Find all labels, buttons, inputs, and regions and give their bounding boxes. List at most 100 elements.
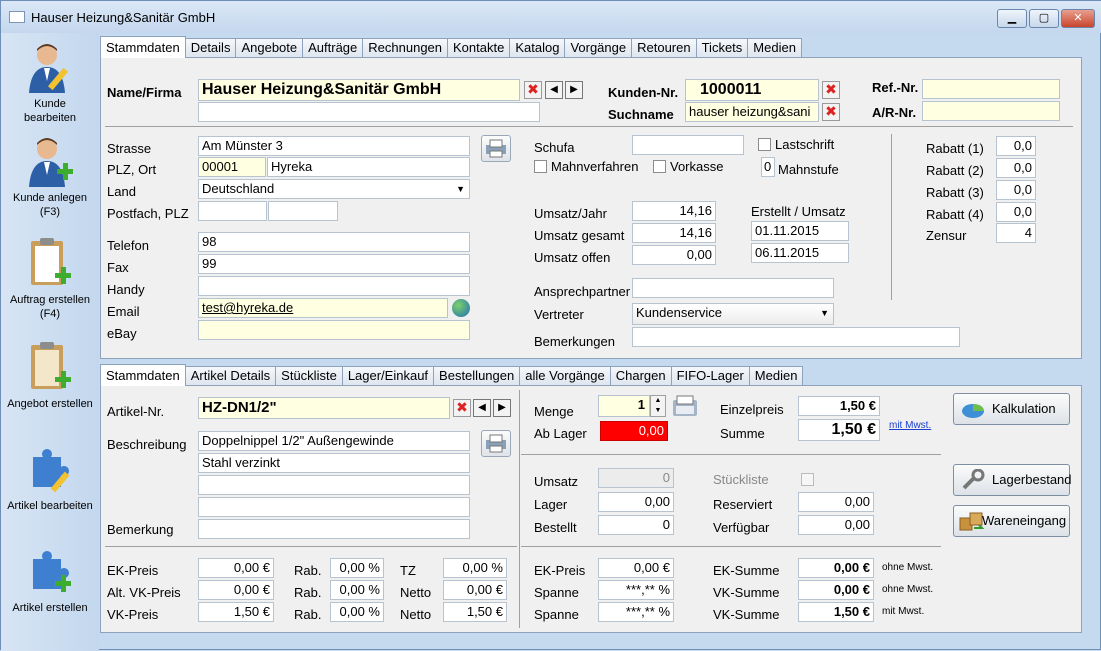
kunden-nr-field[interactable]: 1000011 [685, 79, 819, 101]
tab-auftraege[interactable]: Aufträge [302, 38, 364, 58]
beschreibung-line2[interactable]: Stahl verzinkt [198, 453, 470, 473]
alt-vk-preis-field[interactable]: 0,00 € [198, 580, 274, 600]
tab-stueckliste[interactable]: Stückliste [275, 366, 343, 386]
tab-tickets[interactable]: Tickets [695, 38, 749, 58]
stueckliste-checkbox[interactable] [801, 473, 814, 486]
rabatt2-field[interactable]: 0,0 [996, 158, 1036, 178]
prev-customer-button[interactable]: ◀ [545, 81, 563, 99]
sidebar-item-artikel-bearbeiten[interactable]: Artikel bearbeiten [7, 443, 93, 513]
tab-artikel-medien[interactable]: Medien [748, 366, 804, 386]
ebay-field[interactable] [198, 320, 470, 340]
next-customer-button[interactable]: ▶ [565, 81, 583, 99]
divider [521, 546, 941, 547]
name-field[interactable]: Hauser Heizung&Sanitär GmbH [198, 79, 520, 101]
telefon-label: Telefon [107, 238, 149, 253]
rab1-field[interactable]: 0,00 % [330, 558, 384, 578]
print-address-button[interactable] [481, 135, 511, 162]
ansprechpartner-field[interactable] [632, 278, 834, 298]
rabatt4-field[interactable]: 0,0 [996, 202, 1036, 222]
rabatt3-field[interactable]: 0,0 [996, 180, 1036, 200]
schufa-label: Schufa [534, 140, 575, 155]
umsatz-field: 0 [598, 468, 674, 488]
netto2-field[interactable]: 1,50 € [443, 602, 507, 622]
einzelpreis-field[interactable]: 1,50 € [798, 396, 880, 416]
land-select[interactable]: Deutschland ▼ [198, 179, 470, 199]
tab-artikel-stammdaten[interactable]: Stammdaten [100, 364, 186, 386]
menge-field[interactable]: 1 [598, 395, 650, 417]
wareneingang-button[interactable]: Wareneingang [953, 505, 1070, 537]
ref-nr-field[interactable] [922, 79, 1060, 99]
sidebar-item-auftrag-erstellen[interactable]: Auftrag erstellen (F4) [7, 237, 93, 321]
sidebar-item-kunde-anlegen[interactable]: Kunde anlegen (F3) [7, 135, 93, 219]
vertreter-select[interactable]: Kundenservice ▼ [632, 303, 834, 325]
tab-kontakte[interactable]: Kontakte [447, 38, 511, 58]
tz-field[interactable]: 0,00 % [443, 558, 507, 578]
ar-nr-field[interactable] [922, 101, 1060, 121]
mit-mwst-link[interactable]: mit Mwst. [889, 420, 931, 431]
tab-katalog[interactable]: Katalog [509, 38, 566, 58]
plz-field[interactable]: 00001 [198, 157, 266, 177]
tab-retouren[interactable]: Retouren [631, 38, 697, 58]
schufa-field[interactable] [632, 135, 744, 155]
vorkasse-checkbox[interactable] [653, 160, 666, 173]
email-field[interactable]: test@hyreka.de [198, 298, 448, 318]
artikel-nr-field[interactable]: HZ-DN1/2" [198, 397, 450, 419]
tab-chargen[interactable]: Chargen [609, 366, 672, 386]
postfach-plz-field[interactable] [268, 201, 338, 221]
tab-stammdaten[interactable]: Stammdaten [100, 36, 186, 58]
lastschrift-checkbox[interactable] [758, 138, 771, 151]
tab-bestellungen[interactable]: Bestellungen [433, 366, 521, 386]
handy-field[interactable] [198, 276, 470, 296]
postfach-field[interactable] [198, 201, 267, 221]
tab-medien[interactable]: Medien [747, 38, 802, 58]
rab3-field[interactable]: 0,00 % [330, 602, 384, 622]
tab-lager-einkauf[interactable]: Lager/Einkauf [341, 366, 435, 386]
netto1-field[interactable]: 0,00 € [443, 580, 507, 600]
mahnstufe-field[interactable]: 0 [761, 157, 775, 177]
kalkulation-button[interactable]: Kalkulation [953, 393, 1070, 425]
next-article-button[interactable]: ▶ [493, 399, 511, 417]
vk-preis-field[interactable]: 1,50 € [198, 602, 274, 622]
tab-angebote[interactable]: Angebote [235, 38, 304, 58]
clear-artikel-nr-button[interactable]: ✖ [453, 399, 471, 417]
beschreibung-line3[interactable] [198, 475, 470, 495]
calculator-icon[interactable] [671, 394, 699, 418]
tab-artikel-details[interactable]: Artikel Details [184, 366, 277, 386]
bemerkungen-field[interactable] [632, 327, 960, 347]
sidebar-item-kunde-bearbeiten[interactable]: Kunde bearbeiten [7, 41, 93, 125]
tab-rechnungen[interactable]: Rechnungen [362, 38, 449, 58]
prev-article-button[interactable]: ◀ [473, 399, 491, 417]
tab-vorgaenge[interactable]: Vorgänge [564, 38, 633, 58]
clear-name-button[interactable]: ✖ [524, 81, 542, 99]
clear-kunden-nr-button[interactable]: ✖ [822, 81, 840, 99]
rab2-field[interactable]: 0,00 % [330, 580, 384, 600]
globe-icon[interactable] [452, 299, 470, 317]
umsatz-date-field: 06.11.2015 [751, 243, 849, 263]
tab-fifo-lager[interactable]: FIFO-Lager [670, 366, 750, 386]
telefon-field[interactable]: 98 [198, 232, 470, 252]
tab-details[interactable]: Details [184, 38, 237, 58]
ek-preis-field[interactable]: 0,00 € [198, 558, 274, 578]
minimize-button[interactable]: ▁ [997, 9, 1027, 28]
strasse-field[interactable]: Am Münster 3 [198, 136, 470, 156]
zensur-field[interactable]: 4 [996, 223, 1036, 243]
rabatt1-field[interactable]: 0,0 [996, 136, 1036, 156]
bemerkung-field[interactable] [198, 519, 470, 539]
fax-field[interactable]: 99 [198, 254, 470, 274]
print-article-button[interactable] [481, 430, 511, 457]
ort-field[interactable]: Hyreka [267, 157, 470, 177]
maximize-button[interactable]: ▢ [1029, 9, 1059, 28]
name2-field[interactable] [198, 102, 540, 122]
beschreibung-line4[interactable] [198, 497, 470, 517]
sidebar-item-artikel-erstellen[interactable]: Artikel erstellen [7, 545, 93, 615]
suchname-field[interactable]: hauser heizung&sani [685, 102, 819, 122]
clear-suchname-button[interactable]: ✖ [822, 103, 840, 121]
lagerbestand-button[interactable]: Lagerbestand [953, 464, 1072, 496]
sidebar-item-angebot-erstellen[interactable]: Angebot erstellen [7, 341, 93, 411]
close-button[interactable]: ✕ [1061, 9, 1095, 28]
menge-stepper[interactable]: ▲ ▼ [650, 395, 666, 417]
postfach-label: Postfach, PLZ [107, 206, 189, 221]
tab-alle-vorgaenge[interactable]: alle Vorgänge [519, 366, 611, 386]
mahnverfahren-checkbox[interactable] [534, 160, 547, 173]
beschreibung-line1[interactable]: Doppelnippel 1/2" Außengewinde [198, 431, 470, 451]
